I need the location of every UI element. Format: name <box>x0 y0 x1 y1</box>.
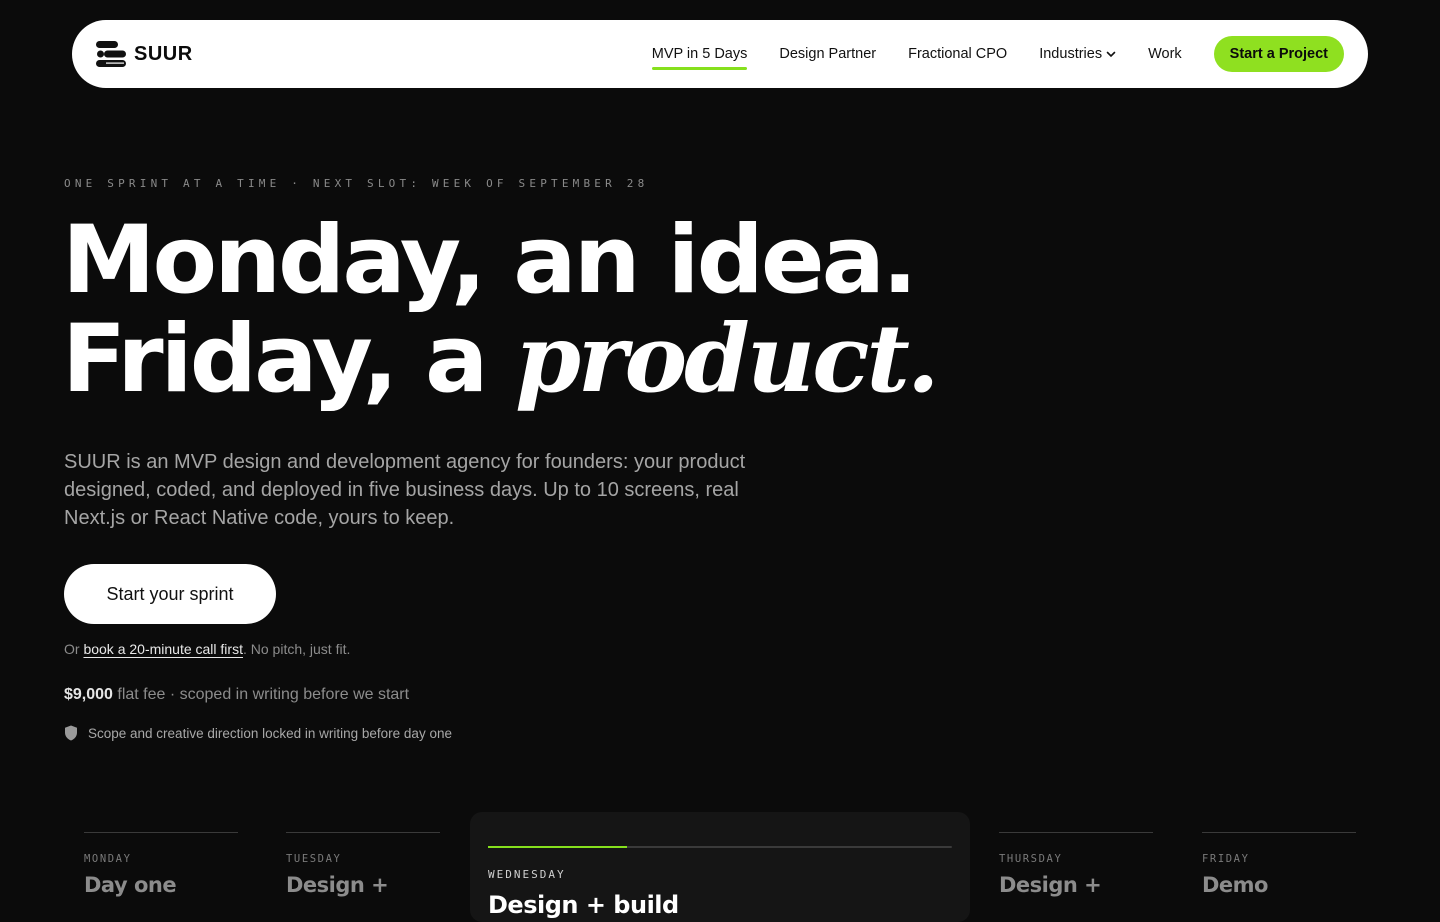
day-wednesday-active[interactable]: WEDNESDAY Design + build <box>470 812 970 922</box>
book-call-prefix: Or <box>64 641 84 657</box>
day-thursday[interactable]: THURSDAY Design + <box>999 832 1153 897</box>
chevron-down-icon <box>1106 51 1116 58</box>
assurance-text: Scope and creative direction locked in w… <box>88 725 452 741</box>
nav-links: MVP in 5 Days Design Partner Fractional … <box>651 36 1344 72</box>
day-label: WEDNESDAY <box>488 868 566 881</box>
nav-link-design-partner[interactable]: Design Partner <box>779 46 876 62</box>
day-title: Design + <box>999 873 1102 897</box>
day-tuesday[interactable]: TUESDAY Design + <box>286 832 440 897</box>
sprint-week-timeline: MONDAY Day one TUESDAY Design + WEDNESDA… <box>0 812 1440 922</box>
stacked-bars-logo-icon <box>96 41 126 67</box>
day-label: TUESDAY <box>286 853 342 865</box>
day-label: FRIDAY <box>1202 853 1250 865</box>
headline-emphasis: product. <box>515 304 939 414</box>
nav-link-work[interactable]: Work <box>1148 46 1182 62</box>
hero-eyebrow: ONE SPRINT AT A TIME · NEXT SLOT: WEEK O… <box>64 177 649 190</box>
start-sprint-button[interactable]: Start your sprint <box>64 564 276 624</box>
hero-description: SUUR is an MVP design and development ag… <box>64 451 746 529</box>
headline-line-1: Monday, an idea. <box>62 206 918 315</box>
shield-icon <box>65 725 77 741</box>
day-friday[interactable]: FRIDAY Demo <box>1202 832 1356 897</box>
day-title: Demo <box>1202 873 1268 897</box>
price-note: flat fee · scoped in writing before we s… <box>112 686 410 703</box>
day-label: MONDAY <box>84 853 132 865</box>
price-line: $9,000 flat fee · scoped in writing befo… <box>64 686 409 704</box>
headline-line-2-prefix: Friday, a <box>62 305 516 414</box>
day-title: Design + <box>286 873 389 897</box>
day-monday[interactable]: MONDAY Day one <box>84 832 238 897</box>
nav-link-industries[interactable]: Industries <box>1039 46 1116 62</box>
brand-name: SUUR <box>134 42 193 65</box>
headline-line-2: Friday, a product. <box>62 310 940 409</box>
day-title: Day one <box>84 873 177 897</box>
hero-headline: Monday, an idea. Friday, a product. <box>62 206 940 409</box>
day-progress-fill <box>488 846 628 848</box>
day-label: THURSDAY <box>999 853 1063 865</box>
nav-link-industries-label: Industries <box>1039 46 1103 62</box>
brand-logo[interactable]: SUUR <box>96 41 193 67</box>
book-call-line: Or book a 20-minute call first. No pitch… <box>64 641 350 657</box>
start-project-button[interactable]: Start a Project <box>1213 36 1344 72</box>
price-amount: $9,000 <box>64 686 113 703</box>
book-call-link[interactable]: book a 20-minute call first <box>83 641 243 657</box>
assurance-note: Scope and creative direction locked in w… <box>64 725 452 741</box>
day-progress-track <box>488 846 952 848</box>
day-title: Design + build <box>488 891 679 919</box>
book-call-suffix: . No pitch, just fit. <box>242 641 351 657</box>
top-navigation: SUUR MVP in 5 Days Design Partner Fracti… <box>72 20 1368 88</box>
nav-link-mvp-in-5-days[interactable]: MVP in 5 Days <box>651 46 747 70</box>
nav-link-fractional-cpo[interactable]: Fractional CPO <box>908 46 1007 62</box>
